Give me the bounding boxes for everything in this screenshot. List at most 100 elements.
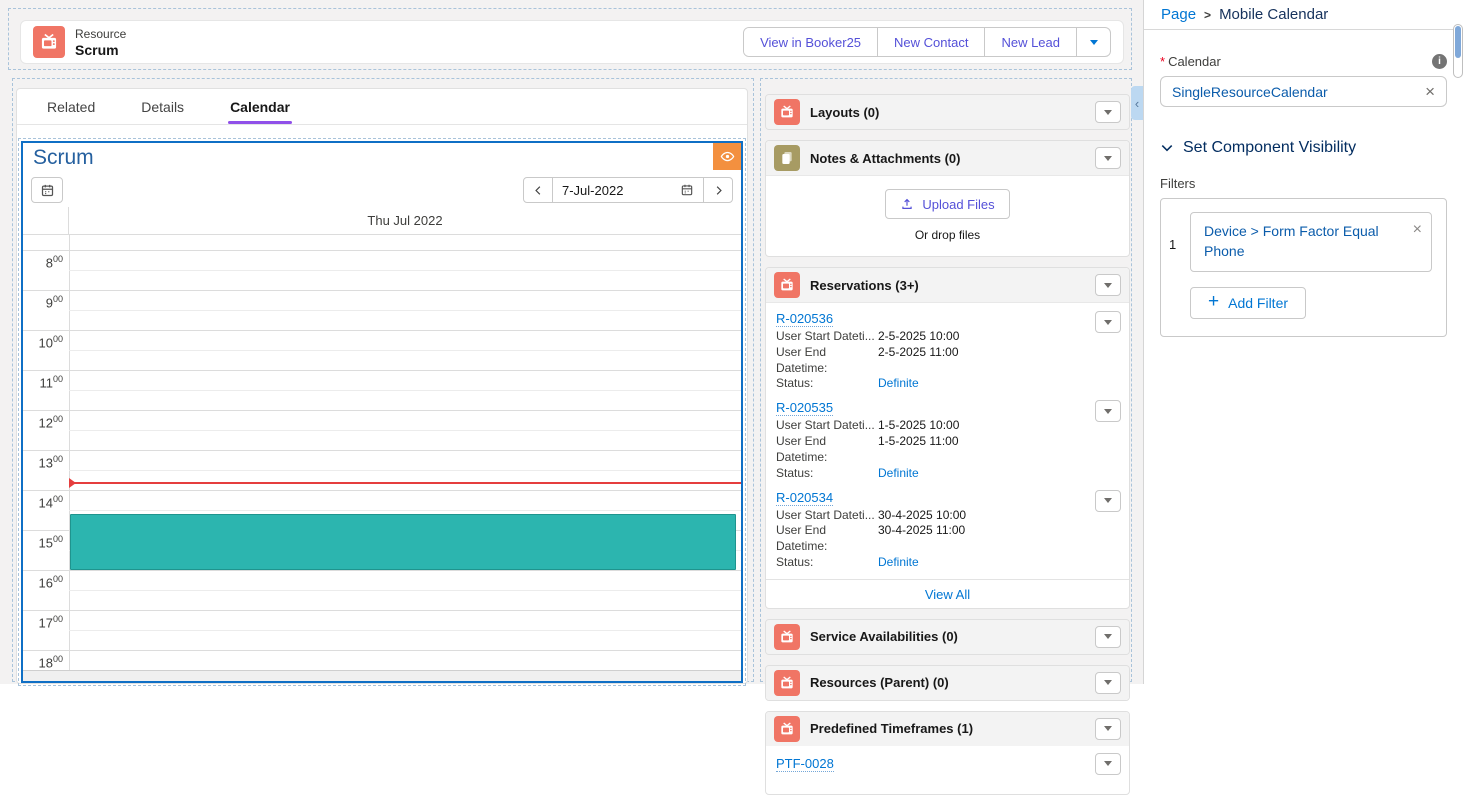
drop-files-hint: Or drop files [766,228,1129,242]
tab-details[interactable]: Details [141,89,184,124]
mobile-calendar-component: Scrum 7-Jul-2022 [21,141,743,683]
layouts-object-icon [774,99,800,125]
reservation-link[interactable]: R-020534 [776,490,833,506]
hour-label: 900 [23,294,63,310]
hour-label: 1400 [23,494,63,510]
reservation-row-menu-button[interactable] [1095,490,1121,512]
current-time-indicator [69,482,741,484]
reservation-event-block[interactable] [70,514,736,570]
day-column-header: Thu Jul 2022 [69,207,741,234]
field-value: 30-4-2025 11:00 [878,523,965,555]
predefined-timeframes-object-icon [774,716,800,742]
hour-row: 800 [23,250,741,290]
calendar-icon [680,183,694,197]
tab-bar: Related Details Calendar [17,89,747,125]
status-link[interactable]: Definite [878,466,919,482]
reservation-row-menu-button[interactable] [1095,400,1121,422]
clear-icon[interactable]: × [1425,83,1435,100]
panel-scrollbar[interactable] [1453,24,1463,78]
calendar-lookup-value: SingleResourceCalendar [1172,84,1328,100]
hour-label: 1100 [23,374,63,390]
more-actions-button[interactable] [1076,28,1110,56]
chevron-down-icon [1104,320,1112,329]
hour-label: 800 [23,254,63,270]
notes-card: Notes & Attachments (0) Upload Files Or … [765,140,1130,257]
field-label: User Start Dateti... [776,508,878,524]
reservation-link[interactable]: R-020535 [776,400,833,416]
predefined-timeframes-card: Predefined Timeframes (1) PTF-0028 [765,711,1130,795]
reservations-menu-button[interactable] [1095,274,1121,296]
calendar-view-button[interactable] [31,177,63,203]
timeframe-row-menu-button[interactable] [1095,753,1121,775]
calendar-grid: 800 900 1000 1100 1200 [23,235,741,681]
record-tabs-card: RelatedDetailsCalendar Scrum [16,88,748,684]
filter-group-main: Device > Form Factor Equal Phone × + Add… [1190,212,1432,319]
upload-files-button[interactable]: Upload Files [885,189,1009,219]
component-visibility-badge[interactable] [713,143,741,170]
chevron-down-icon [1160,141,1174,155]
layouts-card: Layouts (0) [765,94,1130,130]
eye-icon [720,149,735,164]
hour-label: 1500 [23,534,63,550]
collapse-panel-handle[interactable]: ‹ [1131,86,1143,120]
calendar-lookup-input[interactable]: SingleResourceCalendar × [1160,76,1447,107]
record-name: Scrum [75,42,126,58]
set-component-visibility-toggle[interactable]: Set Component Visibility [1160,139,1447,157]
chevron-down-icon [1104,110,1112,119]
notes-header: Notes & Attachments (0) [766,141,1129,175]
hour-label: 1600 [23,574,63,590]
resource-object-icon [33,26,65,58]
info-icon[interactable]: i [1432,54,1447,69]
remove-filter-icon[interactable]: × [1413,218,1422,241]
notes-menu-button[interactable] [1095,147,1121,169]
action-button[interactable]: New Contact [877,28,984,56]
calendar-toolbar: 7-Jul-2022 [23,173,741,207]
add-filter-button[interactable]: + Add Filter [1190,287,1306,319]
service-availabilities-header: Service Availabilities (0) [766,620,1129,654]
status-link[interactable]: Definite [878,555,919,571]
reservation-item: R-020534 User Start Dateti...30-4-2025 1… [766,486,1129,575]
predefined-timeframes-menu-button[interactable] [1095,718,1121,740]
breadcrumb-page-link[interactable]: Page [1161,6,1196,23]
notes-object-icon [774,145,800,171]
service-availabilities-menu-button[interactable] [1095,626,1121,648]
field-label: User Start Dateti... [776,418,878,434]
view-all-link[interactable]: View All [925,587,970,602]
filter-card[interactable]: Device > Form Factor Equal Phone × [1190,212,1432,272]
next-day-button[interactable] [704,178,732,202]
hour-row: 1300 [23,450,741,490]
layouts-menu-button[interactable] [1095,101,1121,123]
hour-label: 1000 [23,334,63,350]
hour-row: 1200 [23,410,741,450]
field-label: User End Datetime: [776,345,878,377]
calendar-field-label: Calendar [1168,54,1221,69]
time-axis-spacer [23,207,69,234]
field-value: 1-5-2025 11:00 [878,434,959,466]
notes-title: Notes & Attachments (0) [810,151,1085,166]
hour-row: 1700 [23,610,741,650]
timeframe-link[interactable]: PTF-0028 [776,756,834,772]
reservations-header: Reservations (3+) [766,268,1129,302]
reservations-card: Reservations (3+) R-020536 User Start Da… [765,267,1130,609]
action-button[interactable]: View in Booker25 [744,28,877,56]
grid-footer-strip [23,670,741,681]
timeframe-item: PTF-0028 [766,746,1129,794]
field-label: User Start Dateti... [776,329,878,345]
previous-day-button[interactable] [524,178,552,202]
hour-label: 1800 [23,654,63,670]
reservation-item: R-020536 User Start Dateti...2-5-2025 10… [766,307,1129,396]
field-value: 2-5-2025 11:00 [878,345,959,377]
filters-label: Filters [1160,176,1447,191]
resources-parent-menu-button[interactable] [1095,672,1121,694]
tab-calendar[interactable]: Calendar [230,89,290,124]
tab-related[interactable]: Related [47,89,95,124]
hour-row: 1600 [23,570,741,610]
breadcrumb-current: Mobile Calendar [1219,6,1328,23]
reservation-link[interactable]: R-020536 [776,311,833,327]
service-availabilities-title: Service Availabilities (0) [810,629,1085,644]
action-button[interactable]: New Lead [984,28,1076,56]
chevron-down-icon [1104,156,1112,165]
reservation-row-menu-button[interactable] [1095,311,1121,333]
status-link[interactable]: Definite [878,376,919,392]
date-picker-field[interactable]: 7-Jul-2022 [552,178,704,202]
